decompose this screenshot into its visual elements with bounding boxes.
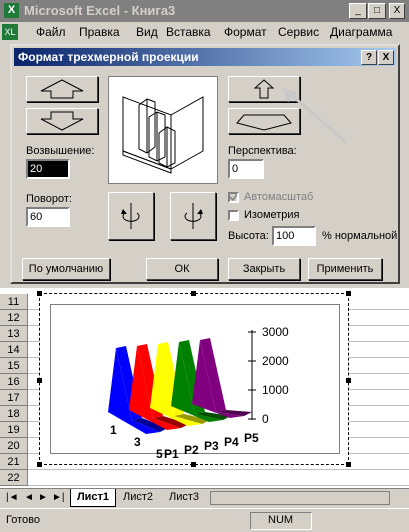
arrow-down-icon — [40, 111, 84, 131]
y-tick-label: 0 — [262, 412, 269, 426]
row-header[interactable]: 14 — [0, 342, 28, 358]
excel-app-icon: X — [4, 3, 19, 18]
y-tick-label: 2000 — [262, 354, 289, 368]
perspective-up-icon — [253, 79, 275, 99]
toolbar-edge — [0, 44, 10, 288]
rotate-left-icon — [121, 203, 140, 229]
grid-line — [28, 469, 409, 470]
arrow-up-icon — [40, 79, 84, 99]
3d-preview — [108, 76, 218, 184]
category-label: 5 — [156, 447, 163, 461]
resize-handle[interactable] — [37, 291, 42, 296]
tab-sheet2[interactable]: Лист2 — [118, 490, 158, 505]
close-dialog-button[interactable]: Закрыть — [228, 258, 300, 280]
height-suffix: % нормальной — [322, 230, 398, 242]
apply-button[interactable]: Применить — [308, 258, 382, 280]
ok-button[interactable]: ОК — [146, 258, 218, 280]
chart-area[interactable]: 3000 2000 1000 0 1 3 5 P1 P2 P3 P4 P5 — [39, 293, 349, 465]
tab-scroll-first-icon[interactable]: |◄ — [6, 492, 19, 503]
menu-file[interactable]: Файл — [36, 25, 66, 39]
y-tick-label: 1000 — [262, 383, 289, 397]
elevation-up-button[interactable] — [26, 76, 98, 102]
category-label: 1 — [110, 423, 117, 437]
rotate-left-button[interactable] — [108, 192, 154, 240]
resize-handle[interactable] — [191, 291, 196, 296]
resize-handle[interactable] — [191, 462, 196, 467]
category-label: 3 — [134, 435, 141, 449]
chart-svg: 3000 2000 1000 0 1 3 5 P1 P2 P3 P4 P5 — [108, 325, 289, 461]
workbook-icon[interactable]: XL — [2, 24, 18, 40]
autoscale-label: Автомасштаб — [244, 191, 314, 203]
status-bar: Готово NUM — [0, 508, 409, 532]
row-header[interactable]: 13 — [0, 326, 28, 342]
resize-handle[interactable] — [346, 462, 351, 467]
row-header[interactable]: 21 — [0, 454, 28, 470]
rotate-right-icon — [184, 203, 203, 229]
format-3d-view-dialog: Формат трехмерной проекции ? X Возвышени… — [10, 44, 400, 284]
isometric-label: Изометрия — [244, 209, 300, 221]
window-title: Microsoft Excel - Книга3 — [24, 3, 176, 18]
row-header[interactable]: 19 — [0, 422, 28, 438]
maximize-button[interactable]: □ — [368, 3, 386, 19]
menu-view[interactable]: Вид — [136, 25, 158, 39]
perspective-label: Перспектива: — [228, 145, 297, 157]
tab-sheet3[interactable]: Лист3 — [164, 490, 204, 505]
row-header[interactable]: 15 — [0, 358, 28, 374]
dialog-title-bar: Формат трехмерной проекции ? X — [14, 48, 396, 66]
height-input[interactable]: 100 — [272, 226, 316, 246]
menu-tools[interactable]: Сервис — [278, 25, 319, 39]
default-button[interactable]: По умолчанию — [22, 258, 110, 280]
row-header[interactable]: 18 — [0, 406, 28, 422]
elevation-input[interactable]: 20 — [26, 159, 70, 179]
rotation-input[interactable]: 60 — [26, 207, 70, 227]
minimize-button[interactable]: _ — [349, 3, 367, 19]
isometric-checkbox[interactable] — [228, 210, 239, 221]
series-label: P4 — [224, 435, 239, 449]
dialog-close-button[interactable]: X — [378, 50, 394, 65]
elevation-down-button[interactable] — [26, 108, 98, 134]
3d-preview-graphic — [122, 96, 204, 174]
row-header[interactable]: 16 — [0, 374, 28, 390]
tab-scroll-prev-icon[interactable]: ◄ — [24, 492, 34, 503]
menu-format[interactable]: Формат — [224, 25, 267, 39]
height-label: Высота: — [228, 230, 269, 242]
status-text: Готово — [6, 514, 40, 526]
menu-bar: XL Файл Правка Вид Вставка Формат Сервис… — [0, 22, 409, 42]
autoscale-checkbox[interactable] — [228, 192, 239, 203]
sheet-tab-bar: |◄ ◄ ► ►| Лист1 Лист2 Лист3 — [0, 488, 409, 509]
menu-insert[interactable]: Вставка — [166, 25, 211, 39]
checkmark-icon — [230, 194, 237, 201]
row-header[interactable]: 11 — [0, 294, 28, 310]
rotation-label: Поворот: — [26, 193, 72, 205]
row-header[interactable]: 12 — [0, 310, 28, 326]
close-button[interactable]: X — [389, 3, 405, 19]
series-label: P3 — [204, 439, 219, 453]
menu-edit[interactable]: Правка — [79, 25, 120, 39]
help-button[interactable]: ? — [361, 50, 377, 65]
resize-handle[interactable] — [37, 462, 42, 467]
dialog-title: Формат трехмерной проекции — [18, 50, 199, 64]
row-header[interactable]: 22 — [0, 470, 28, 486]
resize-handle[interactable] — [37, 378, 42, 383]
horizontal-scrollbar[interactable] — [210, 491, 390, 505]
grid-line — [28, 485, 409, 486]
row-header[interactable]: 17 — [0, 390, 28, 406]
series-label: P1 — [164, 447, 179, 461]
callout-arrow — [282, 88, 347, 144]
series-label: P2 — [184, 443, 199, 457]
y-tick-label: 3000 — [262, 325, 289, 339]
row-header[interactable]: 20 — [0, 438, 28, 454]
resize-handle[interactable] — [346, 291, 351, 296]
num-indicator: NUM — [268, 514, 294, 526]
rotate-right-button[interactable] — [170, 192, 216, 240]
perspective-input[interactable]: 0 — [228, 159, 264, 179]
window-title-bar: X Microsoft Excel - Книга3 _ □ X — [0, 0, 409, 22]
series-label: P5 — [244, 431, 259, 445]
menu-chart[interactable]: Диаграмма — [330, 25, 392, 39]
tab-scroll-last-icon[interactable]: ►| — [52, 492, 65, 503]
tab-scroll-next-icon[interactable]: ► — [38, 492, 48, 503]
tab-sheet1[interactable]: Лист1 — [70, 489, 116, 507]
elevation-label: Возвышение: — [26, 145, 95, 157]
resize-handle[interactable] — [346, 378, 351, 383]
